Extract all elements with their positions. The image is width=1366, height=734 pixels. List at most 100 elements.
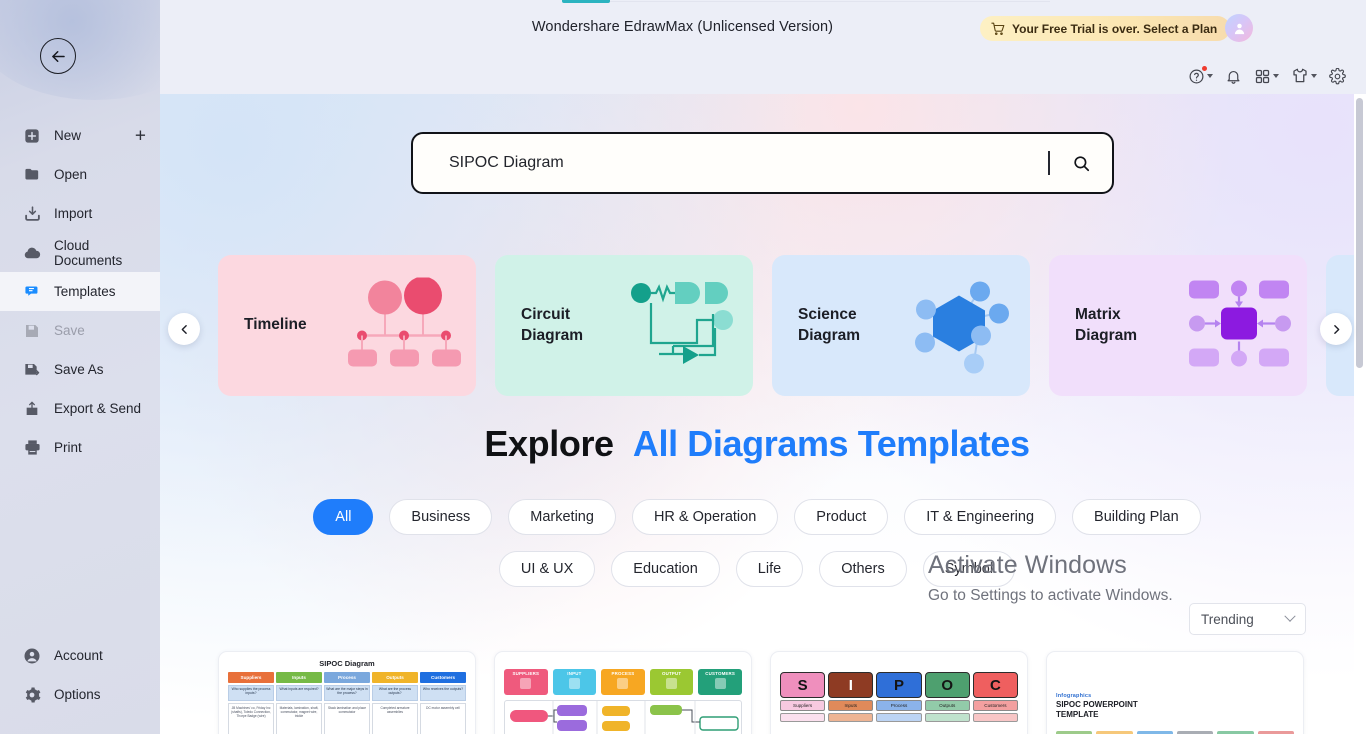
theme-button[interactable]	[1286, 63, 1322, 89]
templates-page: All Collections Timeline	[160, 94, 1366, 734]
sidebar-item-label: Cloud Documents	[54, 237, 123, 268]
sipoc-body-cell: DC motor assembly cell	[420, 703, 466, 734]
flowchart-col: INPUT	[552, 669, 597, 695]
timeline-art-icon	[346, 276, 462, 374]
category-pill-life[interactable]: Life	[735, 551, 804, 587]
grid-apps-icon	[1255, 69, 1270, 83]
sidebar-item-label: Save	[54, 323, 85, 338]
sipoc-letter-bar	[780, 713, 826, 722]
apps-button[interactable]	[1249, 64, 1284, 89]
powerpoint-text-block: Infographics SIPOC POWERPOINT TEMPLATE	[1056, 693, 1294, 721]
new-add-button[interactable]: +	[135, 126, 146, 145]
category-pill-symbol[interactable]: Symbol	[922, 551, 1016, 587]
sidebar-item-save-as[interactable]: Save As	[0, 350, 160, 389]
customers-icon	[714, 678, 726, 689]
sipoc-question-row: Who supplies the process inputs? What in…	[228, 685, 466, 701]
sipoc-body-cell: JB Machines' co, Friday Inc (shafts), To…	[228, 703, 274, 734]
main-scrollbar[interactable]	[1354, 94, 1366, 734]
sipoc-body-cell: Materials, lamination, shaft, commutator…	[276, 703, 322, 734]
collection-card-science-diagram[interactable]: Science Diagram	[772, 255, 1030, 396]
sidebar-item-open[interactable]: Open	[0, 155, 160, 194]
tab-track	[610, 1, 1050, 2]
sidebar-item-print[interactable]: Print	[0, 428, 160, 467]
category-pill-business[interactable]: Business	[389, 499, 493, 535]
sipoc-header-row: Suppliers Inputs Process Outputs Custome…	[228, 672, 466, 683]
sidebar-item-new[interactable]: New +	[0, 116, 160, 155]
collection-card-timeline[interactable]: Timeline	[218, 255, 476, 396]
category-pill-all[interactable]: All	[313, 499, 374, 535]
chevron-right-icon	[1333, 324, 1339, 334]
chevron-down-icon	[1273, 74, 1279, 78]
category-pill-it-engineering[interactable]: IT & Engineering	[904, 499, 1057, 535]
carousel-next-button[interactable]	[1320, 313, 1352, 345]
flowchart-col: OUTPUT	[649, 669, 694, 695]
category-pill-ui-ux[interactable]: UI & UX	[498, 551, 596, 587]
sipoc-body-row: JB Machines' co, Friday Inc (shafts), To…	[228, 703, 466, 734]
category-pill-hr-operation[interactable]: HR & Operation	[631, 499, 779, 535]
flowchart-col: PROCESS	[601, 669, 645, 695]
template-results-grid: SIPOC Diagram Suppliers Inputs Process O…	[218, 651, 1304, 734]
avatar[interactable]	[1225, 14, 1253, 42]
account-icon	[23, 647, 41, 665]
category-pill-building-plan[interactable]: Building Plan	[1072, 499, 1201, 535]
sipoc-letter-label: Inputs	[828, 700, 874, 711]
notifications-button[interactable]	[1220, 64, 1247, 89]
sidebar-item-label: Save As	[54, 362, 104, 377]
settings-button[interactable]	[1324, 64, 1351, 89]
collection-card-title: Timeline	[244, 316, 307, 334]
sidebar-item-import[interactable]: Import	[0, 194, 160, 233]
help-button[interactable]	[1183, 64, 1218, 89]
sipoc-letter-column: P Process	[876, 672, 922, 722]
sipoc-letter: P	[876, 672, 922, 698]
sidebar-bottom-nav: Account Options	[0, 636, 160, 714]
sidebar-item-label: Print	[54, 440, 82, 455]
chevron-down-icon	[1207, 74, 1213, 78]
collection-card-circuit-diagram[interactable]: Circuit Diagram	[495, 255, 753, 396]
title-bar: Wondershare EdrawMax (Unlicensed Version…	[160, 0, 1366, 56]
flowchart-col-label: OUTPUT	[661, 671, 682, 676]
sidebar-item-account[interactable]: Account	[0, 636, 160, 675]
search-input[interactable]	[413, 154, 1049, 172]
flowchart-col: SUPPLIERS	[504, 669, 548, 695]
template-card-sipoc-powerpoint[interactable]: Infographics SIPOC POWERPOINT TEMPLATE	[1046, 651, 1304, 734]
template-card-sipoc-flowchart[interactable]: SUPPLIERS INPUT PROCESS OUTPUT CUSTOMERS	[494, 651, 752, 734]
category-pill-marketing[interactable]: Marketing	[508, 499, 616, 535]
category-pill-product[interactable]: Product	[794, 499, 889, 535]
trial-banner-button[interactable]: Your Free Trial is over. Select a Plan	[980, 16, 1231, 41]
collection-card-matrix-diagram[interactable]: Matrix Diagram	[1049, 255, 1307, 396]
sidebar-item-cloud-documents[interactable]: Cloud Documents	[0, 233, 160, 272]
sipoc-letter-column: S Suppliers	[780, 672, 826, 722]
sipoc-question: What are the major steps in the process?	[324, 685, 370, 701]
category-pill-others[interactable]: Others	[819, 551, 907, 587]
search-button[interactable]	[1050, 134, 1112, 192]
user-icon	[1234, 23, 1244, 34]
sort-value: Trending	[1201, 611, 1254, 627]
save-as-icon	[23, 361, 41, 379]
input-icon	[568, 678, 580, 689]
sort-dropdown[interactable]: Trending	[1189, 603, 1306, 635]
template-card-sipoc-letters[interactable]: S Suppliers I Inputs P Process O Outputs…	[770, 651, 1028, 734]
template-card-sipoc-diagram-table[interactable]: SIPOC Diagram Suppliers Inputs Process O…	[218, 651, 476, 734]
sidebar-item-options[interactable]: Options	[0, 675, 160, 714]
templates-icon	[23, 283, 41, 301]
search-bar[interactable]	[411, 132, 1114, 194]
sidebar-item-label: Export & Send	[54, 401, 142, 416]
flowchart-col-label: PROCESS	[611, 671, 635, 676]
flowchart-col-label: CUSTOMERS	[705, 671, 736, 676]
print-icon	[23, 439, 41, 457]
category-pill-education[interactable]: Education	[611, 551, 720, 587]
back-button[interactable]	[40, 38, 76, 74]
sidebar-item-templates[interactable]: Templates	[0, 272, 160, 311]
template-kicker: Infographics	[1056, 693, 1092, 699]
sidebar-item-export-send[interactable]: Export & Send	[0, 389, 160, 428]
back-arrow-icon	[51, 50, 65, 62]
flowchart-col-label: INPUT	[567, 671, 582, 676]
sipoc-letter-bar	[972, 713, 1019, 722]
trial-banner-label: Your Free Trial is over. Select a Plan	[1012, 21, 1218, 36]
carousel-prev-button[interactable]	[168, 313, 200, 345]
sipoc-letter-bar	[876, 713, 922, 722]
collections-carousel: Timeline Circuit Diagram Science Diagram…	[160, 255, 1366, 403]
collection-card-title: Science Diagram	[798, 306, 861, 344]
category-filter-row-1: All Business Marketing HR & Operation Pr…	[160, 499, 1354, 535]
scrollbar-thumb[interactable]	[1356, 98, 1363, 368]
